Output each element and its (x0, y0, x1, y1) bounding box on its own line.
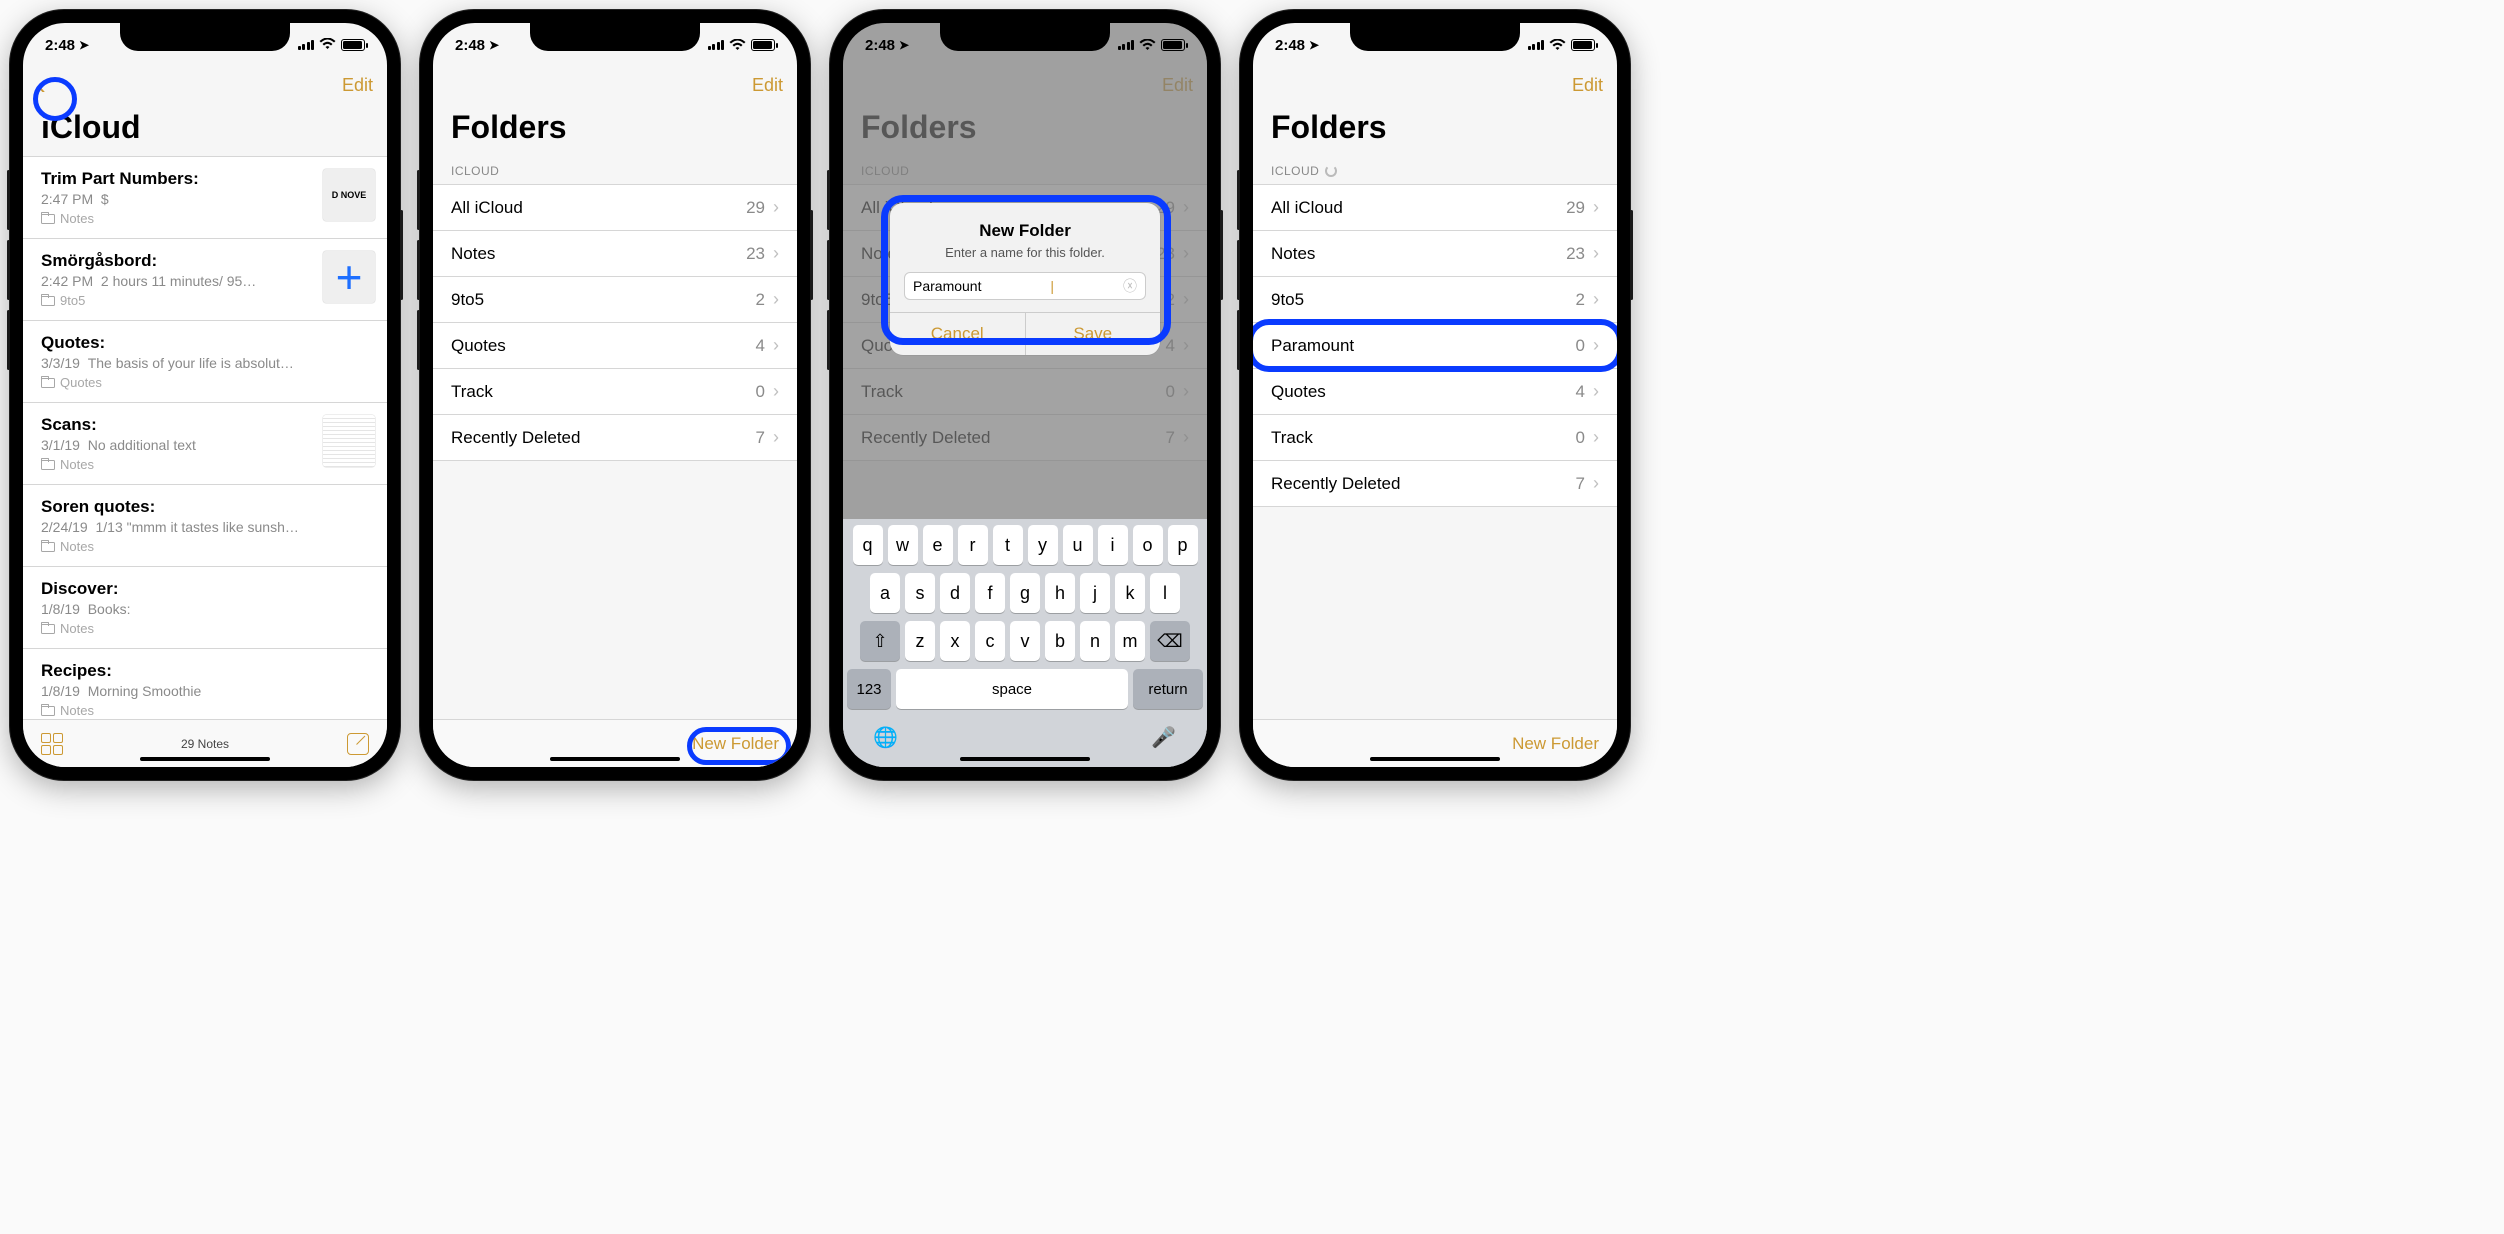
note-row[interactable]: Discover: 1/8/19 Books: Notes (23, 566, 387, 648)
key-m[interactable]: m (1115, 621, 1145, 661)
key-123[interactable]: 123 (847, 669, 891, 709)
note-row[interactable]: Scans: 3/1/19 No additional text Notes (23, 402, 387, 484)
note-row[interactable]: Quotes: 3/3/19 The basis of your life is… (23, 320, 387, 402)
nav-bar: ‹ Edit (23, 63, 387, 107)
key-z[interactable]: z (905, 621, 935, 661)
new-folder-alert: New Folder Enter a name for this folder.… (890, 203, 1160, 355)
new-folder-button[interactable]: New Folder (1512, 734, 1599, 754)
key-i[interactable]: i (1098, 525, 1128, 565)
section-header: ICLOUD (1253, 156, 1617, 184)
key-v[interactable]: v (1010, 621, 1040, 661)
back-button[interactable]: ‹ (37, 70, 46, 101)
key-e[interactable]: e (923, 525, 953, 565)
phone-2: 2:48➤ Edit Folders ICLOUD All iCloud29›N… (420, 10, 810, 780)
key-b[interactable]: b (1045, 621, 1075, 661)
gallery-icon[interactable] (41, 733, 63, 755)
compose-icon[interactable] (347, 733, 369, 755)
mic-icon[interactable]: 🎤 (1151, 725, 1177, 751)
folder-row[interactable]: All iCloud29› (1253, 184, 1617, 230)
key-f[interactable]: f (975, 573, 1005, 613)
edit-button[interactable]: Edit (342, 75, 373, 96)
folder-name-input[interactable]: Paramount| ⓧ (904, 272, 1146, 300)
key-y[interactable]: y (1028, 525, 1058, 565)
key-r[interactable]: r (958, 525, 988, 565)
note-row[interactable]: Trim Part Numbers: 2:47 PM $ NotesD NOVE (23, 156, 387, 238)
page-title: Folders (1253, 107, 1617, 156)
key-n[interactable]: n (1080, 621, 1110, 661)
folder-row[interactable]: Quotes4› (433, 322, 797, 368)
key-l[interactable]: l (1150, 573, 1180, 613)
key-g[interactable]: g (1010, 573, 1040, 613)
alert-message: Enter a name for this folder. (904, 245, 1146, 260)
key-return[interactable]: return (1133, 669, 1203, 709)
alert-title: New Folder (904, 221, 1146, 241)
folder-row[interactable]: Recently Deleted7› (1253, 460, 1617, 507)
folder-row[interactable]: Track0› (1253, 414, 1617, 460)
globe-icon[interactable]: 🌐 (873, 725, 899, 751)
key-backspace[interactable]: ⌫ (1150, 621, 1190, 661)
edit-button[interactable]: Edit (1572, 75, 1603, 96)
wifi-icon (319, 37, 336, 54)
folder-row[interactable]: 9to52› (433, 276, 797, 322)
folder-row[interactable]: Paramount0› (1253, 322, 1617, 368)
key-x[interactable]: x (940, 621, 970, 661)
key-d[interactable]: d (940, 573, 970, 613)
key-o[interactable]: o (1133, 525, 1163, 565)
folder-row[interactable]: 9to52› (1253, 276, 1617, 322)
key-t[interactable]: t (993, 525, 1023, 565)
page-title: Folders (433, 107, 797, 156)
key-a[interactable]: a (870, 573, 900, 613)
folder-row[interactable]: All iCloud29› (433, 184, 797, 230)
key-k[interactable]: k (1115, 573, 1145, 613)
note-row[interactable]: Recipes: 1/8/19 Morning Smoothie Notes (23, 648, 387, 719)
key-p[interactable]: p (1168, 525, 1198, 565)
clear-input-icon[interactable]: ⓧ (1123, 276, 1137, 296)
key-space[interactable]: space (896, 669, 1128, 709)
cancel-button[interactable]: Cancel (890, 313, 1026, 355)
key-s[interactable]: s (905, 573, 935, 613)
save-button[interactable]: Save (1026, 313, 1161, 355)
key-w[interactable]: w (888, 525, 918, 565)
folder-row[interactable]: Recently Deleted7› (433, 414, 797, 461)
section-header: ICLOUD (433, 156, 797, 184)
note-count: 29 Notes (181, 737, 229, 751)
cellular-icon (298, 40, 315, 50)
key-h[interactable]: h (1045, 573, 1075, 613)
folder-row[interactable]: Notes23› (433, 230, 797, 276)
edit-button[interactable]: Edit (752, 75, 783, 96)
folder-row[interactable]: Quotes4› (1253, 368, 1617, 414)
key-q[interactable]: q (853, 525, 883, 565)
folder-row[interactable]: Notes23› (1253, 230, 1617, 276)
key-shift[interactable]: ⇧ (860, 621, 900, 661)
page-title: iCloud (23, 107, 387, 156)
phone-4: 2:48➤ Edit Folders ICLOUD All iCloud29›N… (1240, 10, 1630, 780)
note-row[interactable]: Soren quotes: 2/24/19 1/13 "mmm it taste… (23, 484, 387, 566)
key-c[interactable]: c (975, 621, 1005, 661)
key-j[interactable]: j (1080, 573, 1110, 613)
keyboard[interactable]: qwertyuiop asdfghjkl ⇧zxcvbnm⌫ 123 space… (843, 519, 1207, 767)
spinner-icon (1325, 165, 1337, 177)
phone-3: 2:48➤ Edit Folders ICLOUD All iCloud29›N… (830, 10, 1220, 780)
note-row[interactable]: Smörgåsbord: 2:42 PM 2 hours 11 minutes/… (23, 238, 387, 320)
folder-row[interactable]: Track0› (433, 368, 797, 414)
location-icon: ➤ (79, 38, 89, 52)
phone-1: 2:48➤ ‹ Edit iCloud Trim Part Numbers: 2… (10, 10, 400, 780)
home-indicator[interactable] (140, 757, 270, 761)
battery-icon (341, 39, 365, 51)
key-u[interactable]: u (1063, 525, 1093, 565)
new-folder-button[interactable]: New Folder (692, 734, 779, 754)
